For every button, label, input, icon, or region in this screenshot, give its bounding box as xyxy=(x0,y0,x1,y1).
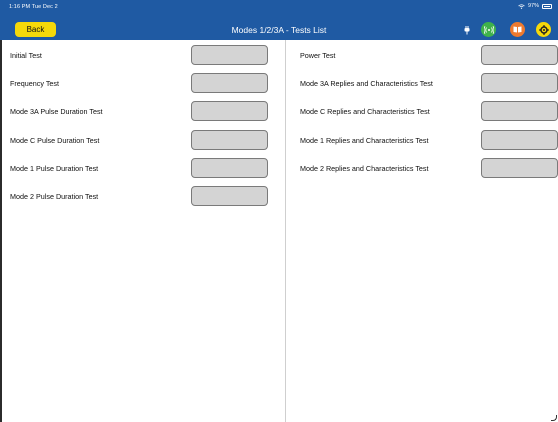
test-result-mode2-pulse[interactable] xyxy=(191,186,268,206)
test-result-modec-pulse[interactable] xyxy=(191,130,268,150)
plug-icon xyxy=(464,26,470,35)
settings-button[interactable] xyxy=(536,22,551,37)
test-label-mode1-replies: Mode 1 Replies and Characteristics Test xyxy=(300,136,429,145)
wifi-icon xyxy=(483,25,494,34)
wifi-status-icon xyxy=(518,3,525,9)
wifi-button[interactable] xyxy=(481,22,496,37)
book-icon xyxy=(513,26,522,33)
test-label-initial: Initial Test xyxy=(10,51,42,60)
tests-list-content: Initial Test Frequency Test Mode 3A Puls… xyxy=(0,40,558,422)
test-label-mode3a-replies: Mode 3A Replies and Characteristics Test xyxy=(300,79,433,88)
test-result-mode3a-replies[interactable] xyxy=(481,73,558,93)
battery-icon xyxy=(542,3,552,9)
column-divider xyxy=(285,40,286,422)
test-result-frequency[interactable] xyxy=(191,73,268,93)
test-result-mode1-pulse[interactable] xyxy=(191,158,268,178)
test-label-power: Power Test xyxy=(300,51,336,60)
test-result-initial[interactable] xyxy=(191,45,268,65)
test-label-modec-replies: Mode C Replies and Characteristics Test xyxy=(300,107,430,116)
test-result-mode1-replies[interactable] xyxy=(481,130,558,150)
test-label-mode2-pulse: Mode 2 Pulse Duration Test xyxy=(10,192,99,201)
test-result-mode3a-pulse[interactable] xyxy=(191,101,268,121)
corner-indicator xyxy=(551,415,557,421)
test-result-mode2-replies[interactable] xyxy=(481,158,558,178)
test-label-modec-pulse: Mode C Pulse Duration Test xyxy=(10,136,100,145)
test-label-frequency: Frequency Test xyxy=(10,79,60,88)
page-title: Modes 1/2/3A - Tests List xyxy=(231,25,327,35)
test-label-mode2-replies: Mode 2 Replies and Characteristics Test xyxy=(300,164,429,173)
status-time: 1:16 PM Tue Dec 2 xyxy=(9,4,58,10)
left-edge-border xyxy=(0,40,2,422)
test-result-modec-replies[interactable] xyxy=(481,101,558,121)
battery-percent: 97% xyxy=(527,3,539,9)
test-label-mode1-pulse: Mode 1 Pulse Duration Test xyxy=(10,164,99,173)
book-button[interactable] xyxy=(510,22,525,37)
top-bar: 1:16 PM Tue Dec 2 97% Back Modes 1/2/3A … xyxy=(0,0,558,40)
test-result-power[interactable] xyxy=(481,45,558,65)
status-indicators: 97% xyxy=(518,3,552,9)
gear-icon xyxy=(538,24,549,35)
test-label-mode3a-pulse: Mode 3A Pulse Duration Test xyxy=(10,107,103,116)
